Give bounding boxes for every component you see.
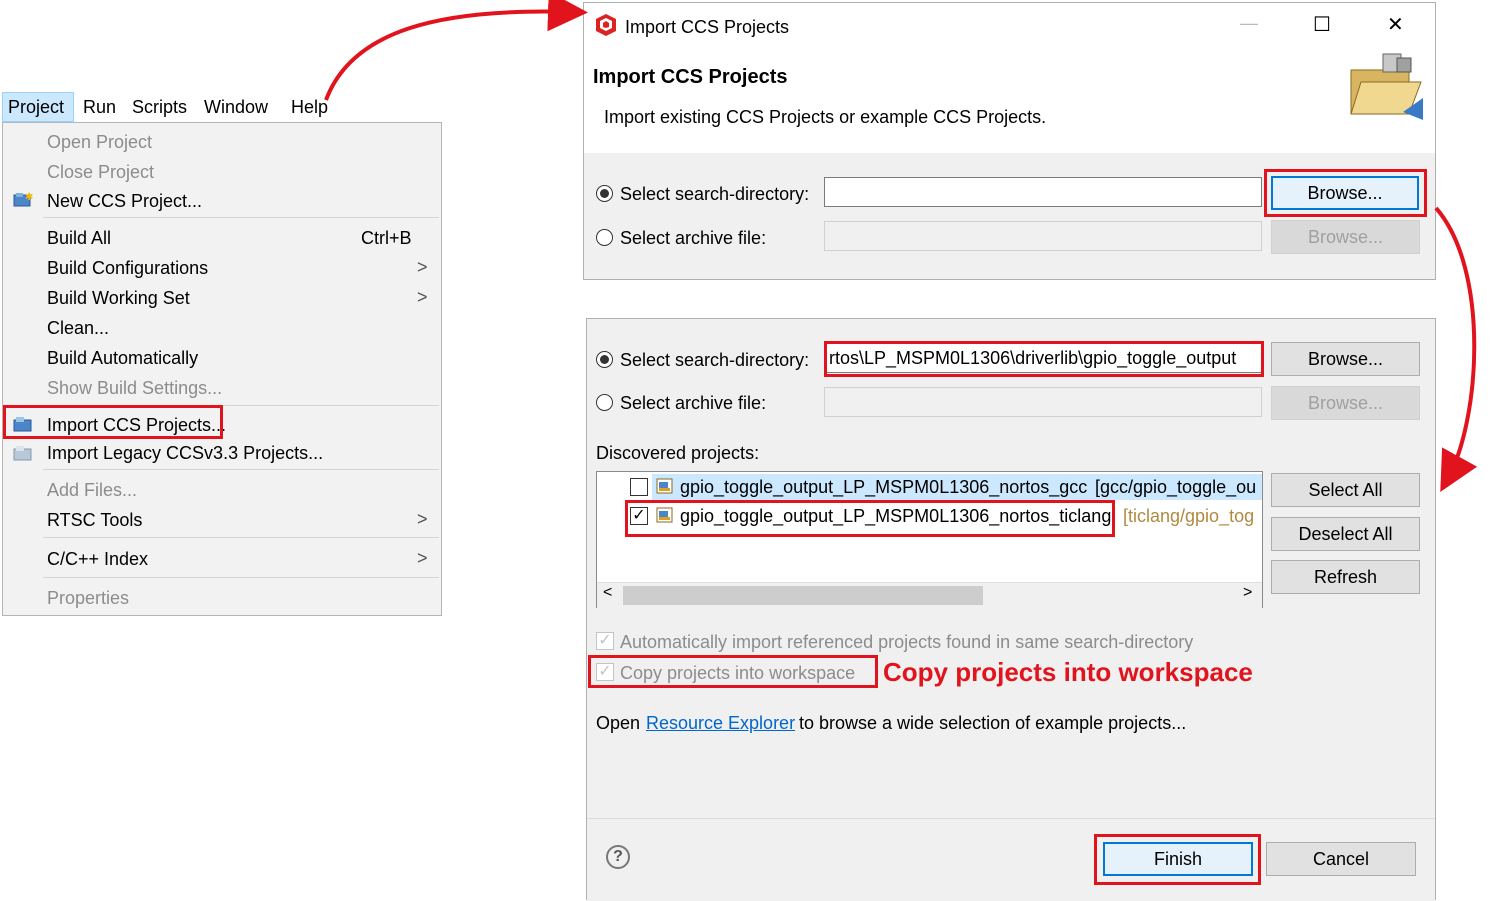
annotation-arrows [324, 0, 1478, 493]
arrow-menu-to-dialog [324, 0, 588, 101]
arrow-browse-to-projects [1434, 206, 1478, 493]
